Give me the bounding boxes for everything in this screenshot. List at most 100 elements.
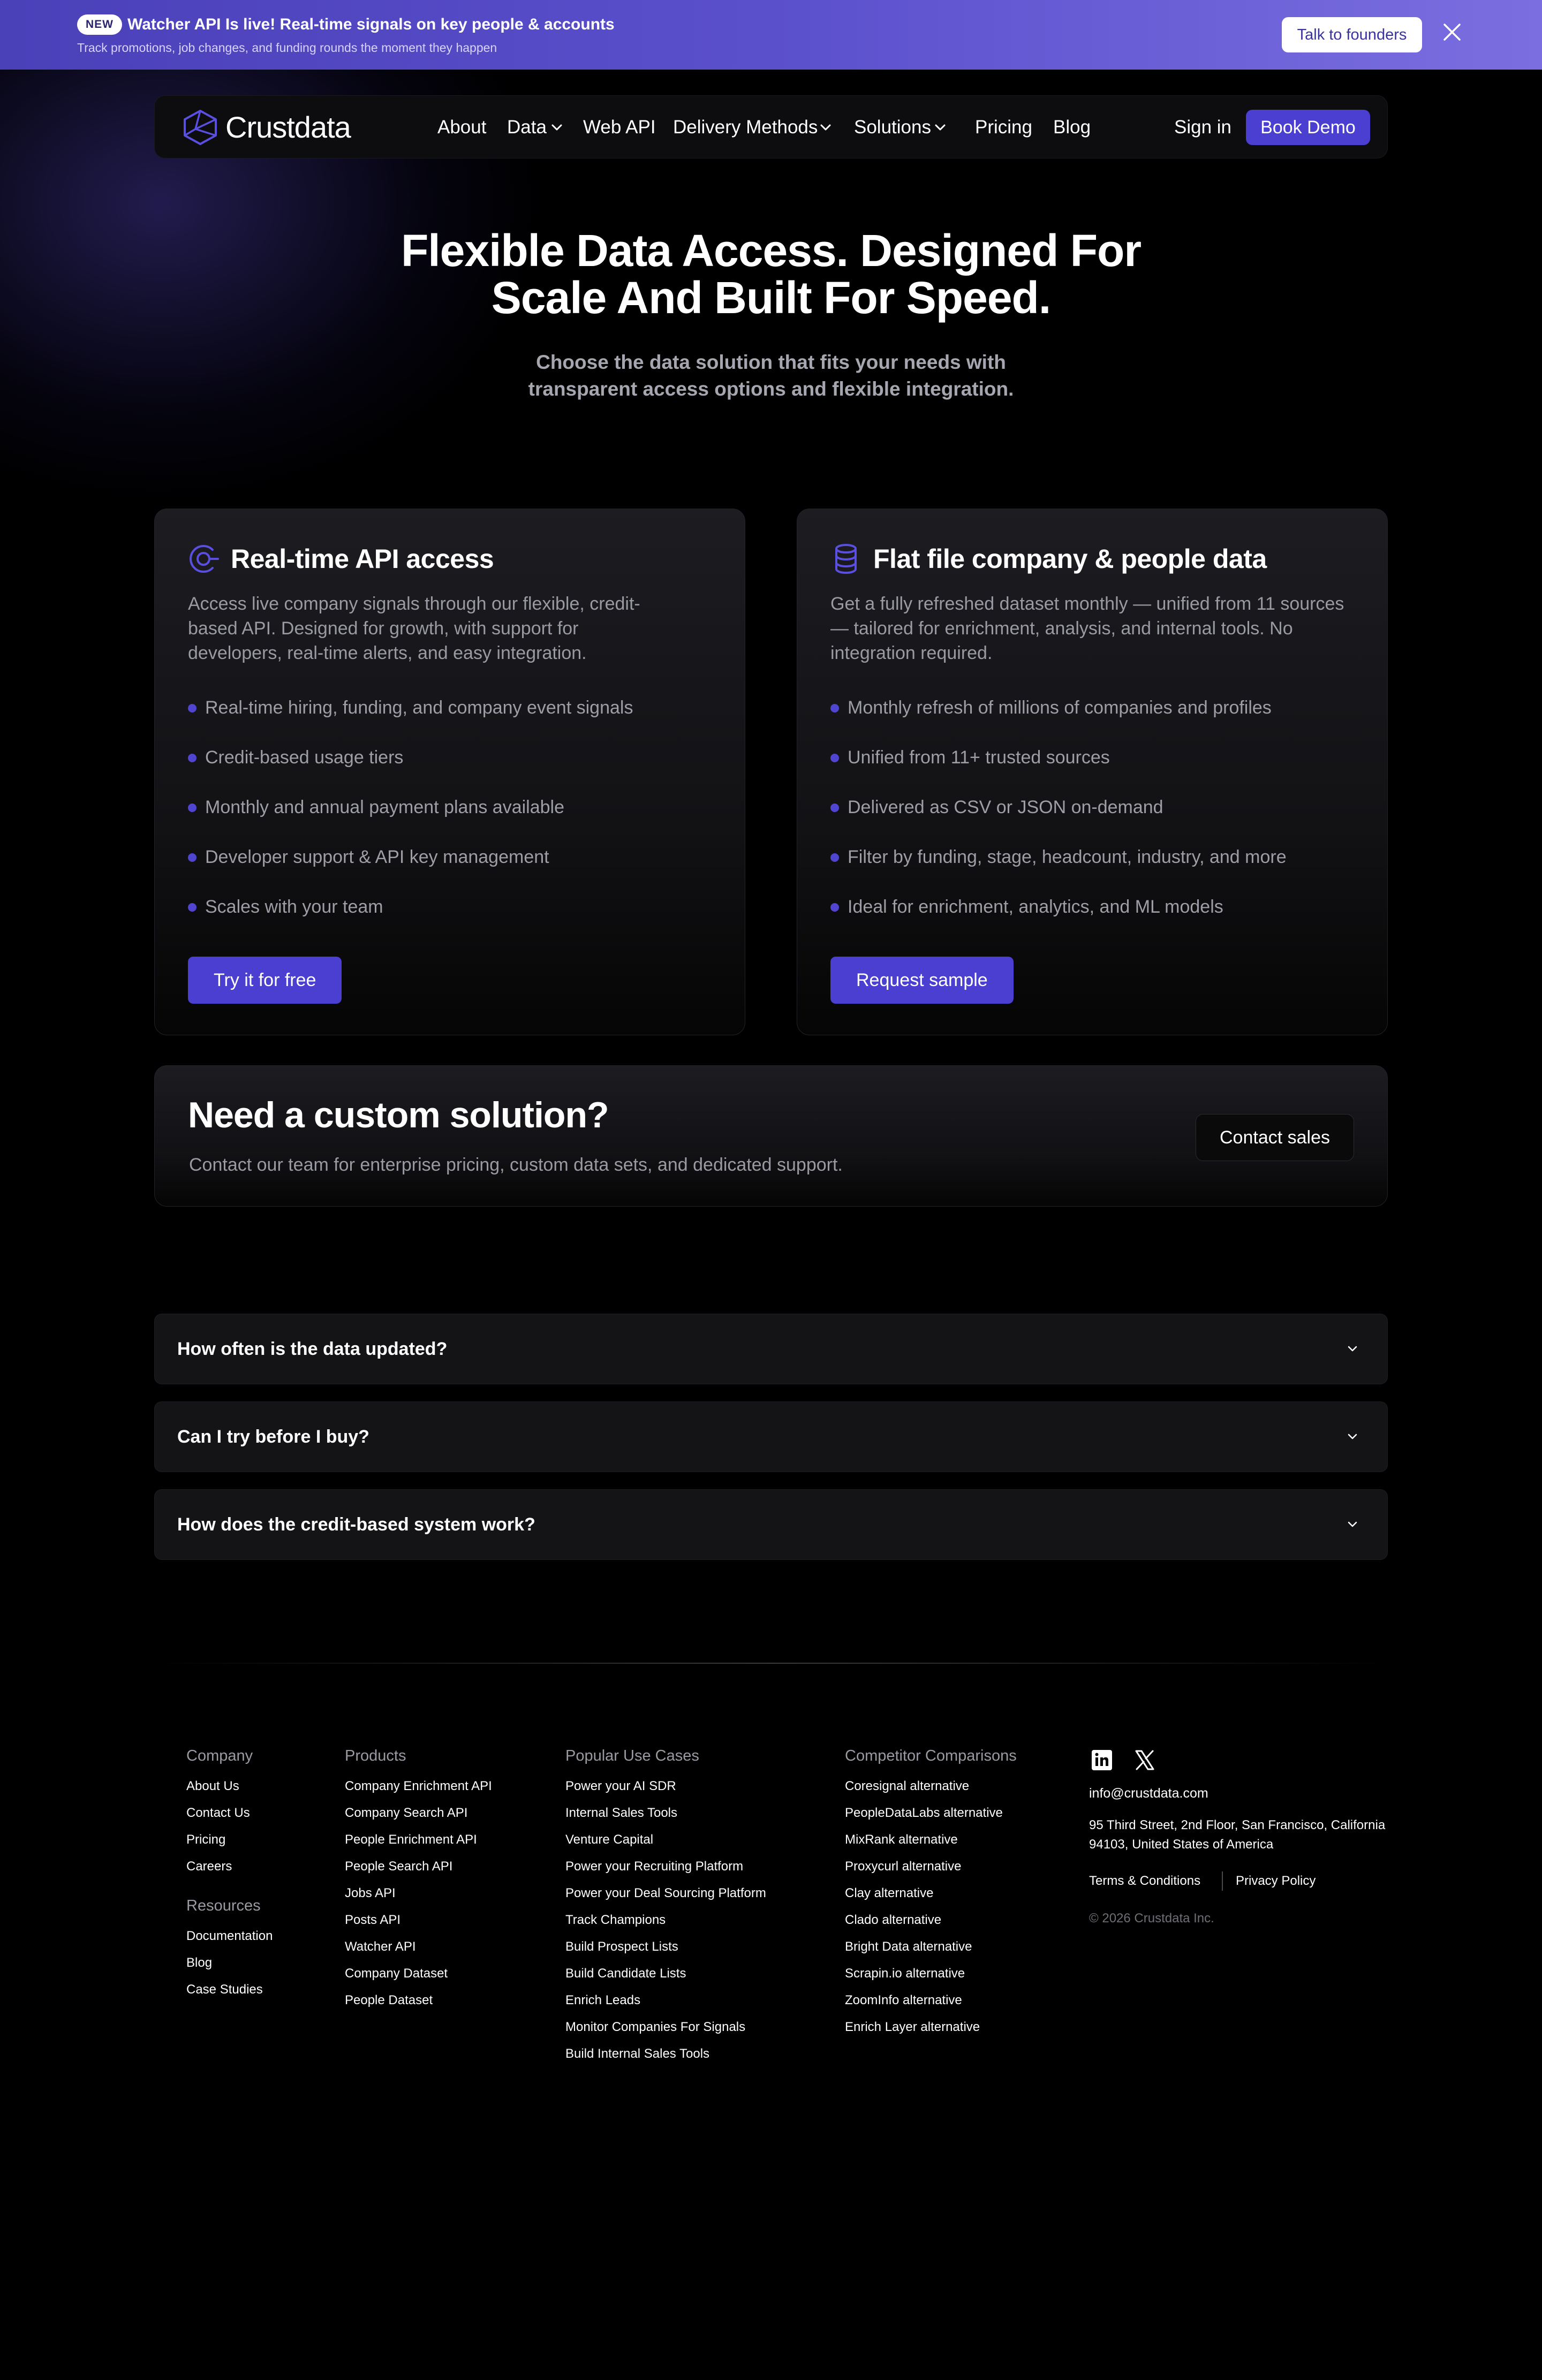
custom-solution-description: Contact our team for enterprise pricing,… [189,1155,843,1175]
faq-question[interactable]: How does the credit-based system work? [177,1512,535,1537]
feature-item: Monthly and annual payment plans availab… [188,795,633,845]
nav-web-api[interactable]: Web API [583,115,656,140]
footer-link[interactable]: Contact Us [186,1800,273,1826]
footer-link[interactable]: Pricing [186,1826,273,1853]
nav-pricing[interactable]: Pricing [975,115,1032,140]
main-nav: Crustdata About Data Web API Delivery Me… [154,95,1388,158]
footer-link[interactable]: Blog [186,1950,273,1976]
request-sample-button[interactable]: Request sample [830,957,1014,1004]
custom-solution-title: Need a custom solution? [188,1095,609,1135]
footer-link[interactable]: Watcher API [345,1934,492,1960]
footer-heading: Resources [186,1897,261,1914]
faq-question[interactable]: How often is the data updated? [177,1337,447,1361]
footer-competitors-column: Competitor Comparisons Coresignal altern… [845,1746,1017,2041]
feature-item: Delivered as CSV or JSON on-demand [830,795,1287,845]
try-free-button[interactable]: Try it for free [188,957,342,1004]
footer-link[interactable]: PeopleDataLabs alternative [845,1800,1017,1826]
footer-link[interactable]: About Us [186,1773,273,1800]
footer-link[interactable]: Company Search API [345,1800,492,1826]
crustdata-logo-icon[interactable] [180,108,220,147]
feature-item: Scales with your team [188,895,633,944]
hero-subtitle-line-2: transparent access options and flexible … [528,378,1014,400]
footer-link[interactable]: Jobs API [345,1880,492,1907]
card-title: Real-time API access [231,544,494,574]
feature-list: Monthly refresh of millions of companies… [830,695,1287,944]
hero-title: Flexible Data Access. Designed For Scale… [343,227,1199,321]
footer-link[interactable]: Coresignal alternative [845,1773,1017,1800]
card-description: Access live company signals through our … [188,594,640,663]
hero-title-line-1: Flexible Data Access. Designed For [400,225,1142,276]
nav-solutions[interactable]: Solutions [854,115,931,140]
feature-item: Real-time hiring, funding, and company e… [188,695,633,745]
faq-item[interactable]: Can I try before I buy? [154,1401,1388,1472]
contact-sales-button[interactable]: Contact sales [1196,1114,1354,1161]
footer-link[interactable]: Venture Capital [565,1826,766,1853]
faq-item[interactable]: How often is the data updated? [154,1314,1388,1384]
footer-link[interactable]: Posts API [345,1907,492,1934]
footer-link[interactable]: Track Champions [565,1907,766,1934]
linkedin-icon[interactable] [1090,1748,1114,1772]
terms-link[interactable]: Terms & Conditions [1089,1873,1200,1890]
footer-link[interactable]: Enrich Leads [565,1987,766,2014]
footer-link[interactable]: Proxycurl alternative [845,1853,1017,1880]
footer-link[interactable]: Company Dataset [345,1960,492,1987]
copyright: © 2026 Crustdata Inc. [1089,1911,1214,1926]
banner-title[interactable]: Watcher API Is live! Real-time signals o… [127,14,615,35]
banner-subtitle: Track promotions, job changes, and fundi… [77,41,497,55]
faq-question[interactable]: Can I try before I buy? [177,1424,369,1449]
chevron-down-icon[interactable] [1347,1433,1358,1441]
footer-heading: Competitor Comparisons [845,1747,1017,1764]
feature-item: Unified from 11+ trusted sources [830,745,1287,795]
footer-link[interactable]: Careers [186,1853,273,1880]
footer-link[interactable]: People Search API [345,1853,492,1880]
footer-link[interactable]: Power your Deal Sourcing Platform [565,1880,766,1907]
faq-item[interactable]: How does the credit-based system work? [154,1489,1388,1560]
footer-products-column: Products Company Enrichment API Company … [345,1746,492,2014]
contact-email[interactable]: info@crustdata.com [1089,1784,1208,1803]
nav-data[interactable]: Data [507,115,547,140]
footer-link[interactable]: Enrich Layer alternative [845,2014,1017,2041]
footer-link[interactable]: Internal Sales Tools [565,1800,766,1826]
new-badge: NEW [77,14,122,35]
close-icon[interactable] [1441,21,1463,43]
brand-name[interactable]: Crustdata [225,111,351,144]
privacy-link[interactable]: Privacy Policy [1236,1873,1316,1890]
chevron-down-icon [551,124,563,131]
chevron-down-icon [820,124,832,131]
footer-link[interactable]: Clay alternative [845,1880,1017,1907]
flat-file-card: Flat file company & people data Get a fu… [797,509,1388,1035]
footer-link[interactable]: Case Studies [186,1976,273,2003]
feature-item: Credit-based usage tiers [188,745,633,795]
footer-link[interactable]: MixRank alternative [845,1826,1017,1853]
chevron-down-icon[interactable] [1347,1521,1358,1528]
footer-link[interactable]: Build Prospect Lists [565,1934,766,1960]
feature-item: Monthly refresh of millions of companies… [830,695,1287,745]
announcement-banner: NEW Watcher API Is live! Real-time signa… [0,0,1542,70]
chevron-down-icon [934,124,946,131]
footer-link[interactable]: Documentation [186,1923,273,1950]
book-demo-button[interactable]: Book Demo [1246,110,1370,145]
footer-link[interactable]: Company Enrichment API [345,1773,492,1800]
footer-heading: Products [345,1747,406,1764]
footer-link[interactable]: Build Internal Sales Tools [565,2041,766,2067]
footer-link[interactable]: Power your AI SDR [565,1773,766,1800]
footer-link[interactable]: Power your Recruiting Platform [565,1853,766,1880]
footer-link[interactable]: Monitor Companies For Signals [565,2014,766,2041]
nav-delivery-methods[interactable]: Delivery Methods [673,115,818,140]
footer-link[interactable]: ZoomInfo alternative [845,1987,1017,2014]
nav-about[interactable]: About [437,115,486,140]
nav-blog[interactable]: Blog [1053,115,1091,140]
talk-to-founders-button[interactable]: Talk to founders [1282,17,1422,52]
hero-title-line-2: Scale And Built For Speed. [491,272,1051,323]
footer-link[interactable]: People Dataset [345,1987,492,2014]
footer-link[interactable]: People Enrichment API [345,1826,492,1853]
footer-link[interactable]: Scrapin.io alternative [845,1960,1017,1987]
hero-subtitle-line-1: Choose the data solution that fits your … [536,351,1006,373]
chevron-down-icon[interactable] [1347,1345,1358,1353]
x-icon[interactable] [1133,1748,1156,1772]
footer-link[interactable]: Clado alternative [845,1907,1017,1934]
footer-use-cases-column: Popular Use Cases Power your AI SDR Inte… [565,1746,766,2067]
footer-link[interactable]: Build Candidate Lists [565,1960,766,1987]
footer-link[interactable]: Bright Data alternative [845,1934,1017,1960]
sign-in-link[interactable]: Sign in [1174,115,1231,140]
